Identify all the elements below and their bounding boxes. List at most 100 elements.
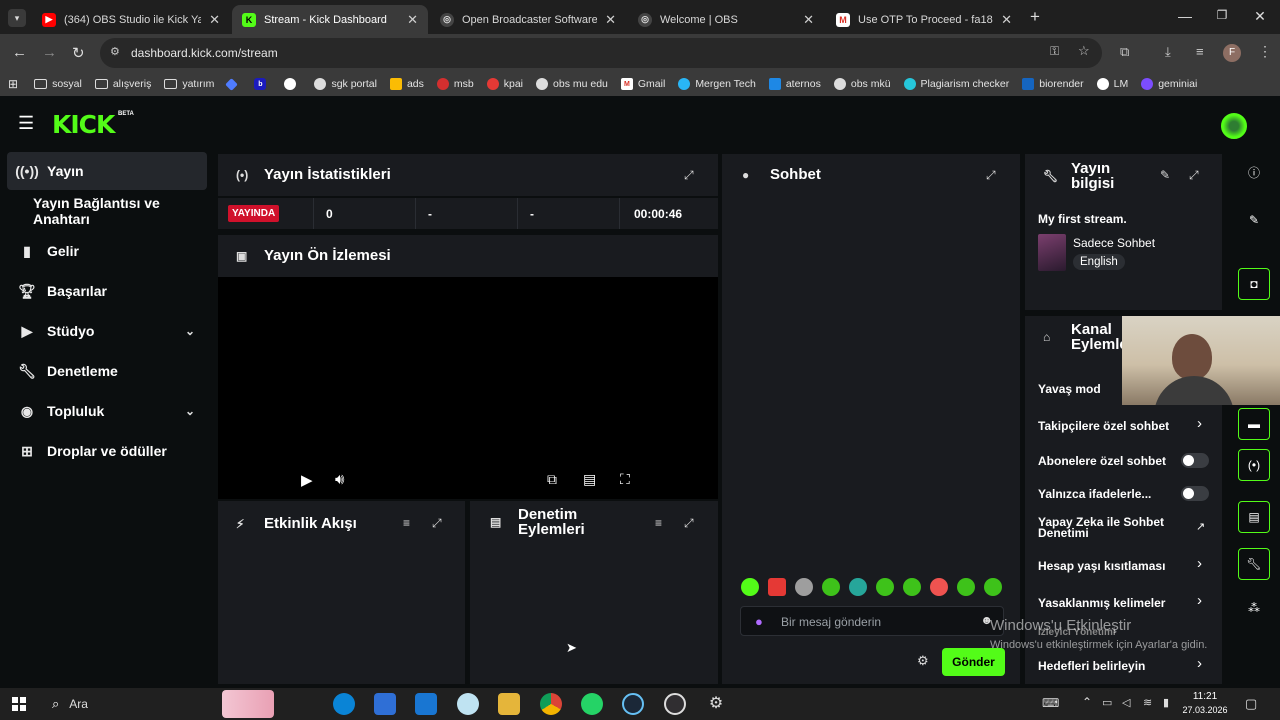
tab-gmail-otp[interactable]: M Use OTP To Proceed - fa180107 ✕ xyxy=(826,5,1022,34)
bookmark-obs-mku[interactable]: obs mkü xyxy=(833,78,891,90)
share-icon[interactable]: ⁂ xyxy=(1238,592,1270,624)
bookmark-ads[interactable]: ads xyxy=(389,78,424,90)
emote-icon[interactable] xyxy=(876,578,894,596)
notifications-icon[interactable]: ▢ xyxy=(1245,696,1257,712)
tab-obs-software[interactable]: ◎ Open Broadcaster Software | OB ✕ xyxy=(430,5,626,34)
reload-button[interactable]: ↻ xyxy=(72,44,85,62)
chrome-icon[interactable] xyxy=(540,693,562,715)
camera-icon[interactable]: ◘ xyxy=(1238,268,1270,300)
key-icon[interactable]: ⚿ xyxy=(1050,44,1059,59)
keyboard-icon[interactable]: ⌨ xyxy=(1042,696,1059,710)
chat-bubble-icon[interactable]: ▬ xyxy=(1238,408,1270,440)
minimize-button[interactable]: — xyxy=(1175,8,1195,24)
set-goals-row[interactable]: Hedefleri belirleyin xyxy=(1038,659,1145,673)
info-icon[interactable]: ⓘ xyxy=(1238,156,1270,188)
emote-icon[interactable] xyxy=(903,578,921,596)
tab-search-icon[interactable]: ▾ xyxy=(8,9,26,27)
mic-icon[interactable]: ▮ xyxy=(1163,696,1169,709)
url-text[interactable]: dashboard.kick.com/stream xyxy=(131,46,278,60)
whatsapp-icon[interactable] xyxy=(581,693,603,715)
chevron-right-icon[interactable]: › xyxy=(1197,592,1202,609)
emote-icon[interactable] xyxy=(930,578,948,596)
window-close-button[interactable]: ✕ xyxy=(1250,8,1270,25)
bookmark-sgk[interactable]: sgk portal xyxy=(314,78,377,90)
sidebar-item-topluluk[interactable]: ◉ Topluluk ⌄ xyxy=(7,392,207,430)
bookmark-sosyal[interactable]: sosyal xyxy=(34,78,82,90)
chevron-right-icon[interactable]: › xyxy=(1197,555,1202,572)
bookmark-alisveris[interactable]: alışveriş xyxy=(94,78,151,90)
bookmark-mergen[interactable]: Mergen Tech xyxy=(678,78,756,90)
back-button[interactable]: ← xyxy=(12,44,27,61)
play-icon[interactable]: ▶ xyxy=(301,471,313,489)
popout-icon[interactable]: ⤢ xyxy=(684,516,694,531)
sidebar-item-gelir[interactable]: ▮ Gelir xyxy=(7,232,207,270)
wifi-icon[interactable]: ≋ xyxy=(1143,696,1152,709)
maximize-button[interactable]: ❐ xyxy=(1212,8,1232,22)
emote-icon[interactable] xyxy=(822,578,840,596)
bookmark-kpai[interactable]: kpai xyxy=(486,78,523,90)
network-icon[interactable]: ▭ xyxy=(1102,696,1112,709)
emote-icon[interactable] xyxy=(768,578,786,596)
store-icon[interactable] xyxy=(374,693,396,715)
filter-icon[interactable]: ≡ xyxy=(403,516,410,530)
edit-icon[interactable]: ✎ xyxy=(1238,204,1270,236)
wrench-icon[interactable]: 🔧︎ xyxy=(1238,548,1270,580)
clock-date[interactable]: 27.03.2026 xyxy=(1182,705,1228,715)
apps-grid-icon[interactable]: ⊞ xyxy=(8,77,18,91)
layout-icon[interactable]: ▤ xyxy=(1238,501,1270,533)
forward-button[interactable]: → xyxy=(42,44,57,61)
bookmark-biorender[interactable]: biorender xyxy=(1022,78,1084,90)
bookmark-geminiai[interactable]: geminiai xyxy=(1141,78,1197,90)
fullscreen-icon[interactable]: ⛶ xyxy=(620,471,630,488)
ai-moderation-row[interactable]: Yapay Zeka ile Sohbet Denetimi xyxy=(1038,516,1173,539)
external-link-icon[interactable]: ↗ xyxy=(1196,520,1205,533)
filter-icon[interactable]: ≡ xyxy=(655,516,662,530)
bookmark-circle[interactable] xyxy=(284,78,301,90)
bookmark-yatirim[interactable]: yatırım xyxy=(164,78,214,90)
microphone-icon[interactable]: ● xyxy=(755,614,763,629)
theater-icon[interactable]: ▤ xyxy=(583,471,596,488)
popout-icon[interactable]: ⤢ xyxy=(684,168,694,183)
bookmark-obs-mu-edu[interactable]: obs mu edu xyxy=(536,78,608,90)
slow-mode-row[interactable]: Yavaş mod xyxy=(1038,382,1101,396)
sidebar-item-basarilar[interactable]: 🏆︎ Başarılar xyxy=(7,272,207,310)
kick-logo[interactable]: KICK xyxy=(52,110,115,139)
volume-icon[interactable]: 🔊︎ xyxy=(335,471,344,488)
extensions-icon[interactable]: ⧉ xyxy=(1120,44,1129,60)
stream-preview-player[interactable]: ▶ 🔊︎ ⧉ ▤ ⛶ xyxy=(218,277,718,499)
sidebar-item-stream-key[interactable]: Yayın Bağlantısı ve Anahtarı xyxy=(7,192,207,230)
sidebar-item-droplar[interactable]: ⊞ Droplar ve ödüller xyxy=(7,432,207,470)
edge-icon[interactable] xyxy=(333,693,355,715)
close-icon[interactable]: ✕ xyxy=(1001,12,1012,28)
mail-icon[interactable] xyxy=(415,693,437,715)
emote-icon[interactable] xyxy=(795,578,813,596)
sidebar-item-studyo[interactable]: ▶ Stüdyo ⌄ xyxy=(7,312,207,350)
new-tab-button[interactable]: + xyxy=(1030,7,1040,27)
followers-only-row[interactable]: Takipçilere özel sohbet xyxy=(1038,419,1169,433)
bookmark-plagiarism[interactable]: Plagiarism checker xyxy=(903,78,1009,90)
app-icon[interactable] xyxy=(457,693,479,715)
popout-icon[interactable]: ⤢ xyxy=(986,168,996,183)
chat-settings-icon[interactable]: ⚙ xyxy=(917,653,929,669)
chevron-right-icon[interactable]: › xyxy=(1197,415,1202,432)
file-explorer-icon[interactable] xyxy=(498,693,520,715)
sidebar-item-yayin[interactable]: ((•)) Yayın xyxy=(7,152,207,190)
bookmark-msb[interactable]: msb xyxy=(436,78,474,90)
taskbar-search[interactable]: ⌕ Ara xyxy=(40,688,220,720)
bookmark-lm[interactable]: LM xyxy=(1096,78,1128,90)
close-icon[interactable]: ✕ xyxy=(605,12,616,28)
send-button[interactable]: Gönder xyxy=(942,648,1005,676)
steam-icon[interactable] xyxy=(622,693,644,715)
pip-icon[interactable]: ⧉ xyxy=(547,471,557,488)
obs-icon[interactable] xyxy=(664,693,686,715)
emote-icon[interactable] xyxy=(984,578,1002,596)
volume-icon[interactable]: ◁ xyxy=(1122,696,1130,709)
chevron-right-icon[interactable]: › xyxy=(1197,655,1202,672)
tab-obs-welcome[interactable]: ◎ Welcome | OBS ✕ xyxy=(628,5,824,34)
close-icon[interactable]: ✕ xyxy=(803,12,814,28)
reading-list-icon[interactable]: ≡ xyxy=(1196,44,1204,59)
tab-youtube[interactable]: ▶ (364) OBS Studio ile Kick Yayını ✕ xyxy=(32,5,230,34)
popout-icon[interactable]: ⤢ xyxy=(432,516,442,531)
clock-time[interactable]: 11:21 xyxy=(1182,691,1228,702)
account-age-row[interactable]: Hesap yaşı kısıtlaması xyxy=(1038,559,1165,573)
